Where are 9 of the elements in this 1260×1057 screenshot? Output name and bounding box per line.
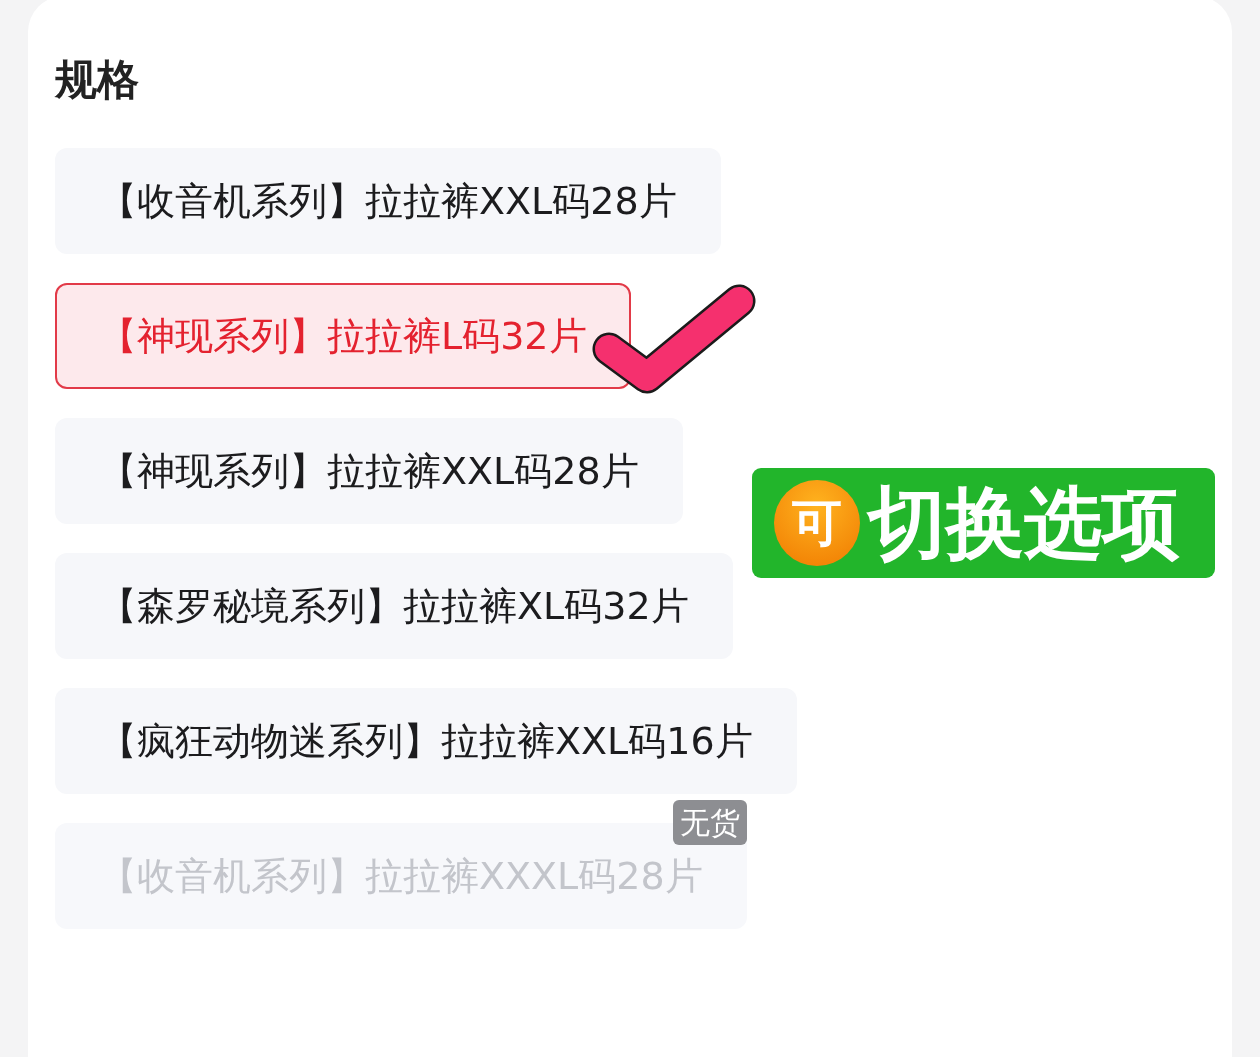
spec-option[interactable]: 【收音机系列】拉拉裤XXL码28片	[55, 148, 721, 254]
spec-option[interactable]: 【神现系列】拉拉裤L码32片	[55, 283, 631, 389]
spec-option[interactable]: 【森罗秘境系列】拉拉裤XL码32片	[55, 553, 733, 659]
spec-option[interactable]: 【疯狂动物迷系列】拉拉裤XXL码16片	[55, 688, 797, 794]
section-title: 规格	[55, 54, 139, 106]
out-of-stock-tag: 无货	[672, 800, 747, 845]
round-badge: 可	[774, 480, 860, 566]
banner-text: 切换选项	[868, 478, 1180, 568]
spec-option[interactable]: 【神现系列】拉拉裤XXL码28片	[55, 418, 683, 524]
